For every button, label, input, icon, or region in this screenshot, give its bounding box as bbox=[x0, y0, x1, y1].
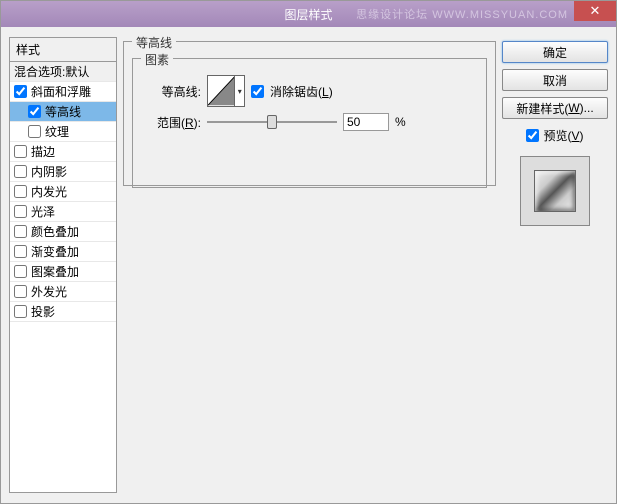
style-label-1: 等高线 bbox=[45, 103, 81, 120]
watermark-text: 思缘设计论坛 WWW.MISSYUAN.COM bbox=[356, 6, 568, 22]
close-button[interactable]: ✕ bbox=[574, 1, 616, 21]
blending-label: 混合选项:默认 bbox=[14, 63, 89, 80]
preview-label[interactable]: 预览(V) bbox=[543, 127, 583, 144]
style-item-11[interactable]: 投影 bbox=[10, 302, 116, 322]
style-item-7[interactable]: 颜色叠加 bbox=[10, 222, 116, 242]
contour-legend: 等高线 bbox=[132, 34, 176, 51]
style-label-7: 颜色叠加 bbox=[31, 223, 79, 240]
range-slider[interactable] bbox=[207, 113, 337, 131]
style-item-6[interactable]: 光泽 bbox=[10, 202, 116, 222]
style-label-8: 渐变叠加 bbox=[31, 243, 79, 260]
style-checkbox-0[interactable] bbox=[14, 85, 27, 98]
style-label-11: 投影 bbox=[31, 303, 55, 320]
elements-legend: 图素 bbox=[141, 51, 173, 68]
styles-list: 混合选项:默认 斜面和浮雕等高线纹理描边内阴影内发光光泽颜色叠加渐变叠加图案叠加… bbox=[9, 61, 117, 493]
blending-options-item[interactable]: 混合选项:默认 bbox=[10, 62, 116, 82]
style-item-8[interactable]: 渐变叠加 bbox=[10, 242, 116, 262]
antialias-checkbox[interactable] bbox=[251, 85, 264, 98]
style-label-5: 内发光 bbox=[31, 183, 67, 200]
contour-row: 等高线: ▾ 消除锯齿(L) bbox=[141, 75, 478, 107]
new-style-button[interactable]: 新建样式(W)... bbox=[502, 97, 608, 119]
style-label-0: 斜面和浮雕 bbox=[31, 83, 91, 100]
elements-fieldset: 图素 等高线: ▾ 消除锯齿(L) 范围(R): bbox=[132, 58, 487, 188]
style-item-5[interactable]: 内发光 bbox=[10, 182, 116, 202]
style-item-2[interactable]: 纹理 bbox=[10, 122, 116, 142]
styles-header: 样式 bbox=[9, 37, 117, 62]
content-area: 样式 混合选项:默认 斜面和浮雕等高线纹理描边内阴影内发光光泽颜色叠加渐变叠加图… bbox=[1, 27, 616, 503]
style-item-0[interactable]: 斜面和浮雕 bbox=[10, 82, 116, 102]
style-label-9: 图案叠加 bbox=[31, 263, 79, 280]
style-checkbox-2[interactable] bbox=[28, 125, 41, 138]
style-checkbox-6[interactable] bbox=[14, 205, 27, 218]
style-label-2: 纹理 bbox=[45, 123, 69, 140]
style-item-10[interactable]: 外发光 bbox=[10, 282, 116, 302]
range-row: 范围(R): % bbox=[141, 113, 478, 131]
contour-label: 等高线: bbox=[141, 83, 201, 100]
style-checkbox-9[interactable] bbox=[14, 265, 27, 278]
style-checkbox-11[interactable] bbox=[14, 305, 27, 318]
preview-thumbnail bbox=[520, 156, 590, 226]
titlebar: 图层样式 思缘设计论坛 WWW.MISSYUAN.COM ✕ bbox=[1, 1, 616, 27]
style-checkbox-5[interactable] bbox=[14, 185, 27, 198]
slider-thumb[interactable] bbox=[267, 115, 277, 129]
antialias-label[interactable]: 消除锯齿(L) bbox=[270, 83, 333, 100]
style-item-3[interactable]: 描边 bbox=[10, 142, 116, 162]
layer-style-dialog: 图层样式 思缘设计论坛 WWW.MISSYUAN.COM ✕ 样式 混合选项:默… bbox=[0, 0, 617, 504]
style-checkbox-3[interactable] bbox=[14, 145, 27, 158]
contour-preview-icon bbox=[208, 76, 234, 106]
range-label: 范围(R): bbox=[141, 114, 201, 131]
style-checkbox-10[interactable] bbox=[14, 285, 27, 298]
style-checkbox-1[interactable] bbox=[28, 105, 41, 118]
cancel-button[interactable]: 取消 bbox=[502, 69, 608, 91]
preview-swatch bbox=[534, 170, 576, 212]
style-label-3: 描边 bbox=[31, 143, 55, 160]
action-panel: 确定 取消 新建样式(W)... 预览(V) bbox=[502, 37, 608, 493]
style-item-4[interactable]: 内阴影 bbox=[10, 162, 116, 182]
range-input[interactable] bbox=[343, 113, 389, 131]
style-checkbox-8[interactable] bbox=[14, 245, 27, 258]
styles-panel: 样式 混合选项:默认 斜面和浮雕等高线纹理描边内阴影内发光光泽颜色叠加渐变叠加图… bbox=[9, 37, 117, 493]
chevron-down-icon[interactable]: ▾ bbox=[234, 76, 244, 106]
contour-fieldset: 等高线 图素 等高线: ▾ 消除锯齿(L) bbox=[123, 41, 496, 186]
style-label-4: 内阴影 bbox=[31, 163, 67, 180]
preview-checkbox[interactable] bbox=[526, 129, 539, 142]
style-label-6: 光泽 bbox=[31, 203, 55, 220]
style-item-9[interactable]: 图案叠加 bbox=[10, 262, 116, 282]
range-unit: % bbox=[395, 115, 406, 129]
preview-row: 预览(V) bbox=[502, 127, 608, 144]
style-checkbox-4[interactable] bbox=[14, 165, 27, 178]
dialog-title: 图层样式 bbox=[284, 6, 332, 23]
ok-button[interactable]: 确定 bbox=[502, 41, 608, 63]
contour-picker[interactable]: ▾ bbox=[207, 75, 245, 107]
style-checkbox-7[interactable] bbox=[14, 225, 27, 238]
style-label-10: 外发光 bbox=[31, 283, 67, 300]
settings-panel: 等高线 图素 等高线: ▾ 消除锯齿(L) bbox=[123, 37, 496, 493]
style-item-1[interactable]: 等高线 bbox=[10, 102, 116, 122]
